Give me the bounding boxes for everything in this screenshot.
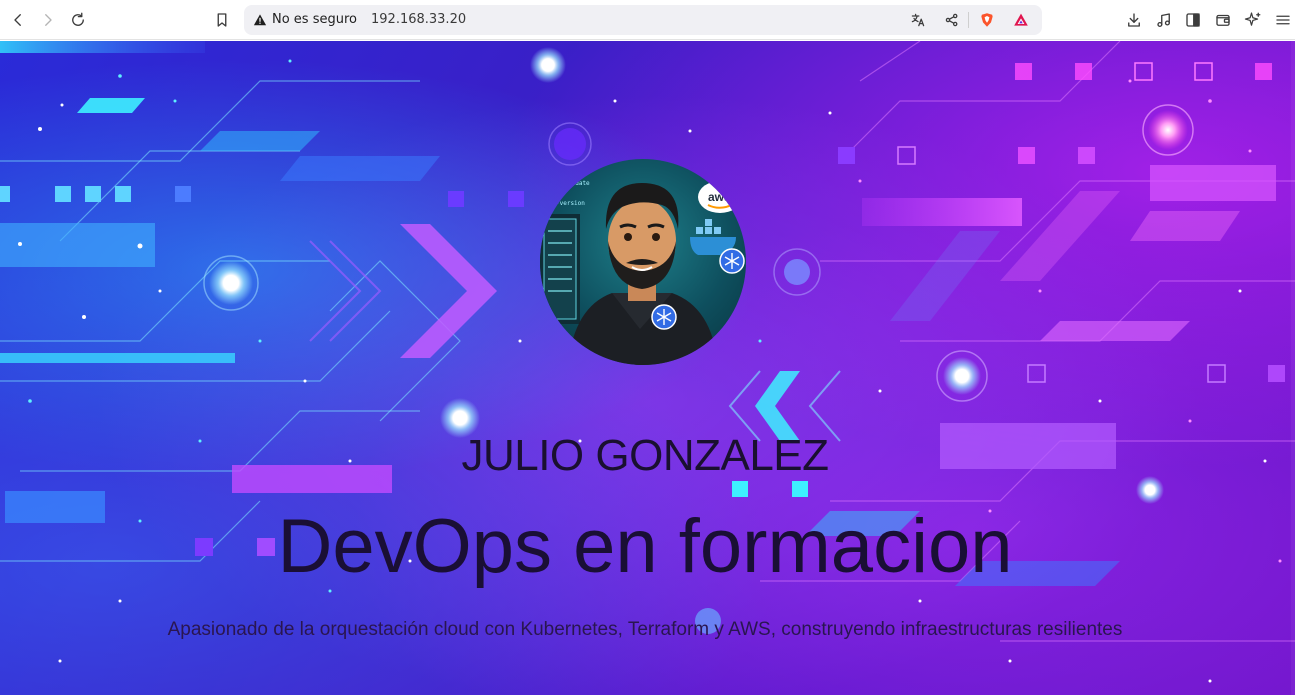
music-note-icon	[1157, 13, 1170, 28]
hero-role-title: DevOps en formacion	[277, 504, 1013, 589]
wallet-icon	[1216, 14, 1230, 26]
sparkle-icon	[1244, 12, 1261, 26]
download-icon	[1128, 13, 1140, 27]
forward-button[interactable]	[36, 8, 60, 32]
warning-triangle-icon	[253, 14, 267, 26]
translate-icon	[911, 13, 925, 27]
avatar-illustration-icon: update -version aws	[540, 180, 745, 365]
profile-avatar: update -version aws	[540, 159, 746, 365]
security-status-label[interactable]: No es seguro	[272, 12, 357, 27]
media-button[interactable]	[1152, 8, 1176, 32]
brave-rewards-icon	[1014, 13, 1028, 26]
bookmark-icon	[217, 13, 227, 27]
url-text[interactable]: 192.168.33.20	[371, 12, 466, 27]
wallet-button[interactable]	[1211, 8, 1235, 32]
page-scrollbar[interactable]	[1291, 41, 1295, 695]
sidebar-button[interactable]	[1181, 8, 1205, 32]
hero-name: JULIO GONZALEZ	[461, 431, 829, 480]
translate-button[interactable]	[908, 10, 928, 30]
hamburger-menu-icon	[1276, 15, 1290, 25]
chevron-right-icon	[45, 14, 52, 26]
share-icon	[945, 13, 958, 27]
brave-shields-button[interactable]	[977, 10, 997, 30]
chevron-left-icon	[14, 14, 21, 26]
divider	[968, 12, 969, 28]
reload-button[interactable]	[66, 8, 90, 32]
brave-shields-icon	[981, 13, 993, 27]
downloads-button[interactable]	[1122, 8, 1146, 32]
address-bar[interactable]: No es seguro 192.168.33.20	[244, 5, 1042, 35]
menu-button[interactable]	[1271, 8, 1295, 32]
brave-rewards-button[interactable]	[1011, 10, 1031, 30]
tech-background-art	[0, 41, 1295, 683]
bookmark-button[interactable]	[210, 8, 234, 32]
browser-toolbar: No es seguro 192.168.33.20	[0, 0, 1295, 40]
hero-section: update -version aws JULIO GONZALEZ DevOp…	[0, 41, 1295, 695]
sidebar-icon	[1186, 13, 1200, 27]
reload-icon	[72, 12, 84, 26]
back-button[interactable]	[6, 8, 30, 32]
share-button[interactable]	[942, 10, 962, 30]
leo-ai-button[interactable]	[1241, 8, 1265, 32]
hero-tagline: Apasionado de la orquestación cloud con …	[167, 619, 1123, 640]
terminal-line: -version	[556, 200, 585, 207]
